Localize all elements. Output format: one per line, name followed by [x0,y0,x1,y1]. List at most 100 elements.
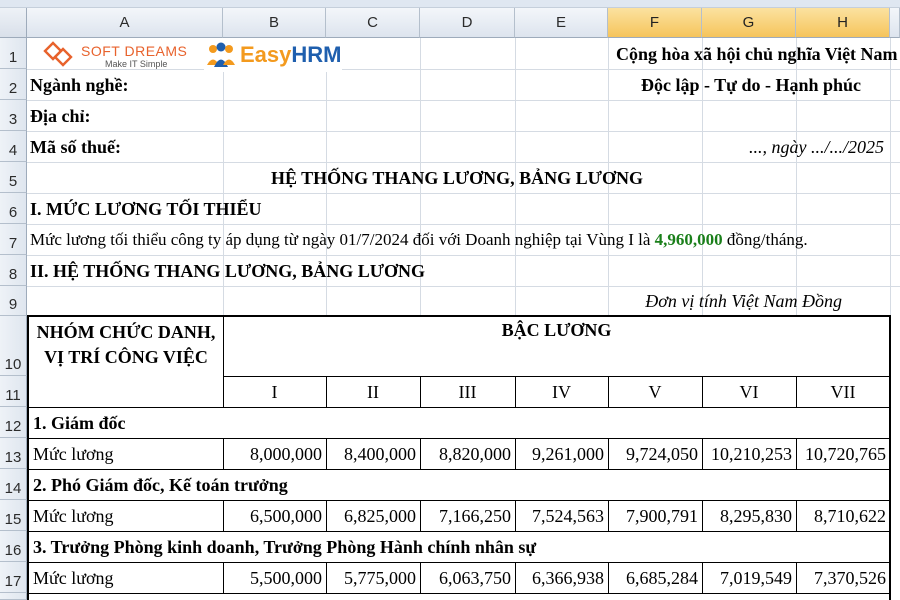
currency-unit-note[interactable]: Đơn vị tính Việt Nam Đồng [587,291,842,311]
column-header-h[interactable]: H [796,8,890,38]
easyhrm-logo: EasyHRM [204,38,342,72]
row-header-3[interactable]: 3 [0,100,27,131]
row-header-next[interactable] [0,593,27,600]
salary-value[interactable]: 6,063,750 [420,568,511,588]
column-header-next[interactable] [890,8,900,38]
gridline [27,193,900,194]
industry-label[interactable]: Ngành nghề: [30,75,129,95]
country-name[interactable]: Cộng hòa xã hội chủ nghĩa Việt Nam [616,44,898,64]
salary-value[interactable]: 5,500,000 [223,568,322,588]
national-motto[interactable]: Độc lập - Tự do - Hạnh phúc [616,75,886,95]
row-header-8[interactable]: 8 [0,255,27,286]
minimum-wage-text-after: đồng/tháng. [722,230,808,249]
salary-value[interactable]: 8,820,000 [420,444,511,464]
row-header-15[interactable]: 15 [0,500,27,531]
group-title[interactable]: 2. Phó Giám đốc, Kế toán trưởng [33,475,288,495]
address-label[interactable]: Địa chỉ: [30,106,91,126]
grade-label[interactable]: VII [796,382,890,402]
column-header-c[interactable]: C [326,8,420,38]
grade-label[interactable]: III [420,382,515,402]
select-all-corner[interactable] [0,8,27,38]
row-header-17[interactable]: 17 [0,562,27,593]
grade-label[interactable]: II [326,382,420,402]
gridline [27,224,900,225]
row-header-5[interactable]: 5 [0,162,27,193]
table-line [27,531,890,532]
softdreams-diamond-icon [43,41,73,67]
salary-value[interactable]: 8,295,830 [702,506,792,526]
column-header-b[interactable]: B [223,8,326,38]
section-1-heading[interactable]: I. MỨC LƯƠNG TỐI THIỂU [30,199,262,219]
salary-value[interactable]: 7,900,791 [608,506,698,526]
row-header-11[interactable]: 11 [0,376,27,407]
easyhrm-easy-text: Easy [240,42,292,67]
easyhrm-hrm-text: HRM [291,42,342,67]
row-header-10[interactable]: 10 [0,316,27,376]
salary-value[interactable]: 8,710,622 [796,506,886,526]
table-line [27,500,890,501]
gridline [890,38,891,316]
row-header-1[interactable]: 1 [0,38,27,69]
gridline [27,286,900,287]
tax-code-label[interactable]: Mã số thuế: [30,137,121,157]
salary-value[interactable]: 8,000,000 [223,444,322,464]
salary-row-label[interactable]: Mức lương [33,444,114,464]
salary-row-label[interactable]: Mức lương [33,568,114,588]
row-header-9[interactable]: 9 [0,286,27,316]
row-header-2[interactable]: 2 [0,69,27,100]
row-header-13[interactable]: 13 [0,438,27,469]
date-line[interactable]: ..., ngày .../.../2025 [677,137,884,157]
softdreams-logo: SOFT DREAMS Make IT Simple [43,40,193,70]
table-border [27,315,29,600]
salary-value[interactable]: 9,724,050 [608,444,698,464]
table-line [27,407,890,408]
salary-value[interactable]: 10,720,765 [796,444,886,464]
salary-value[interactable]: 10,210,253 [702,444,792,464]
row-header-6[interactable]: 6 [0,193,27,224]
salary-row-label[interactable]: Mức lương [33,506,114,526]
group-header-line-1: NHÓM CHỨC DANH, [36,322,216,342]
column-header-g[interactable]: G [702,8,796,38]
minimum-wage-text[interactable]: Mức lương tối thiểu công ty áp dụng từ n… [30,230,808,250]
column-header-f[interactable]: F [608,8,702,38]
gridline [27,100,900,101]
salary-value[interactable]: 9,261,000 [515,444,604,464]
grade-label[interactable]: IV [515,382,608,402]
salary-value[interactable]: 5,775,000 [326,568,416,588]
section-2-heading[interactable]: II. HỆ THỐNG THANG LƯƠNG, BẢNG LƯƠNG [30,261,425,281]
cell-grid[interactable]: SOFT DREAMS Make IT Simple EasyHRM Cộng … [27,38,900,600]
table-border [889,315,891,600]
salary-value[interactable]: 8,400,000 [326,444,416,464]
group-header[interactable]: NHÓM CHỨC DANH, VỊ TRÍ CÔNG VIỆC [31,320,221,370]
table-line [27,593,890,594]
column-header-e[interactable]: E [515,8,608,38]
table-line [27,438,890,439]
group-title[interactable]: 1. Giám đốc [33,413,126,433]
minimum-wage-amount: 4,960,000 [654,230,723,249]
group-title[interactable]: 3. Trưởng Phòng kinh doanh, Trưởng Phòng… [33,537,536,557]
softdreams-name: SOFT DREAMS [81,43,188,59]
grade-label[interactable]: VI [702,382,796,402]
grade-header[interactable]: BẬC LƯƠNG [223,320,890,340]
row-header-7[interactable]: 7 [0,224,27,255]
salary-value[interactable]: 6,366,938 [515,568,604,588]
salary-value[interactable]: 7,019,549 [702,568,792,588]
salary-value[interactable]: 7,370,526 [796,568,886,588]
row-header-14[interactable]: 14 [0,469,27,500]
salary-value[interactable]: 6,825,000 [326,506,416,526]
gridline [27,162,900,163]
row-header-16[interactable]: 16 [0,531,27,562]
grade-label[interactable]: I [223,382,326,402]
table-line [27,562,890,563]
salary-value[interactable]: 6,500,000 [223,506,322,526]
salary-value[interactable]: 6,685,284 [608,568,698,588]
salary-value[interactable]: 7,524,563 [515,506,604,526]
row-header-12[interactable]: 12 [0,407,27,438]
column-header-a[interactable]: A [27,8,223,38]
column-header-d[interactable]: D [420,8,515,38]
minimum-wage-text-before: Mức lương tối thiểu công ty áp dụng từ n… [30,230,655,249]
page-title[interactable]: HỆ THỐNG THANG LƯƠNG, BẢNG LƯƠNG [257,168,657,188]
grade-label[interactable]: V [608,382,702,402]
salary-value[interactable]: 7,166,250 [420,506,511,526]
row-header-4[interactable]: 4 [0,131,27,162]
